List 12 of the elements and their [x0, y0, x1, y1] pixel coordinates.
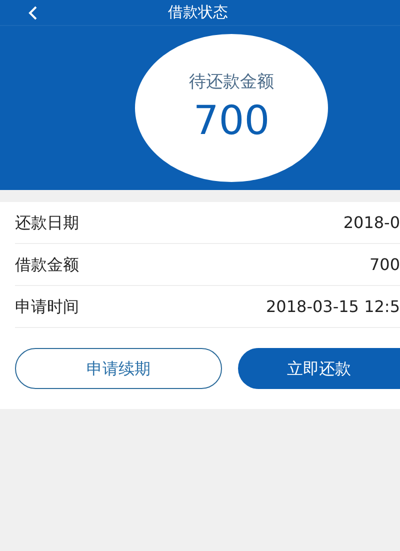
action-button[interactable]: 立即还款 — [238, 348, 400, 389]
detail-label: 还款日期 — [15, 212, 79, 234]
detail-value: 2018-03-15 12:5 — [266, 296, 400, 318]
action-button[interactable]: 申请续期 — [15, 348, 222, 389]
amount-value: 700 — [193, 96, 270, 146]
back-icon[interactable] — [28, 6, 38, 20]
detail-label: 申请时间 — [15, 296, 79, 318]
detail-value: 2018-0 — [343, 212, 400, 234]
detail-label: 借款金额 — [15, 254, 79, 276]
amount-label: 待还款金额 — [189, 71, 274, 94]
detail-value: 700 — [369, 254, 400, 276]
page-title: 借款状态 — [168, 5, 228, 20]
